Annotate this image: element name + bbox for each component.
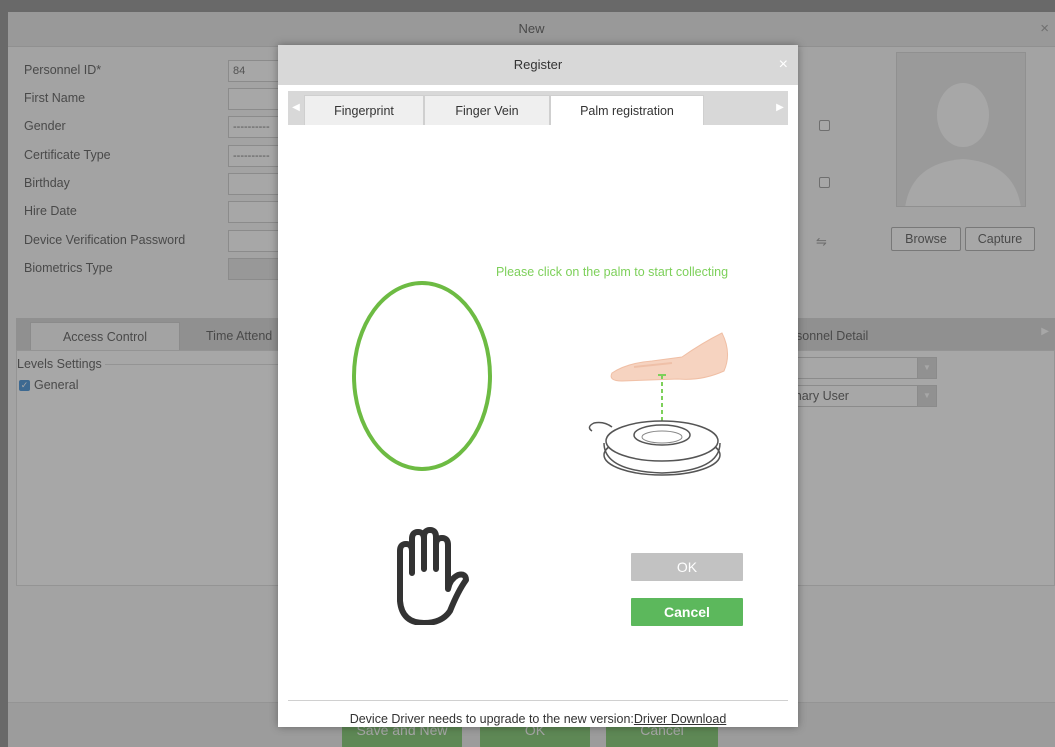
tab-fingerprint[interactable]: Fingerprint xyxy=(304,95,424,125)
tab-palm-registration[interactable]: Palm registration xyxy=(550,95,704,125)
driver-upgrade-note: Device Driver needs to upgrade to the ne… xyxy=(282,712,794,726)
chevron-left-icon[interactable]: ◀ xyxy=(288,91,304,125)
chevron-right-icon[interactable]: ▶ xyxy=(772,91,788,125)
registration-tabbar: ◀ Fingerprint Finger Vein Palm registrat… xyxy=(288,91,788,125)
footer-divider xyxy=(288,700,788,701)
driver-note-text: Device Driver needs to upgrade to the ne… xyxy=(349,712,634,726)
register-dialog-title: Register xyxy=(513,57,563,72)
palm-scanner-device-icon xyxy=(588,332,728,476)
driver-download-link[interactable]: Driver Download xyxy=(634,712,726,726)
palm-capture-area[interactable] xyxy=(352,281,492,471)
palm-instruction-text: Please click on the palm to start collec… xyxy=(495,265,729,279)
ok-button[interactable]: OK xyxy=(631,553,743,581)
cancel-button[interactable]: Cancel xyxy=(631,598,743,626)
register-dialog-titlebar: Register × xyxy=(278,45,798,85)
palm-hand-icon xyxy=(397,527,469,625)
register-dialog-body: ◀ Fingerprint Finger Vein Palm registrat… xyxy=(282,85,794,726)
tab-finger-vein[interactable]: Finger Vein xyxy=(424,95,550,125)
close-icon[interactable]: × xyxy=(779,45,788,85)
register-dialog: Register × ◀ Fingerprint Finger Vein Pal… xyxy=(278,45,798,727)
